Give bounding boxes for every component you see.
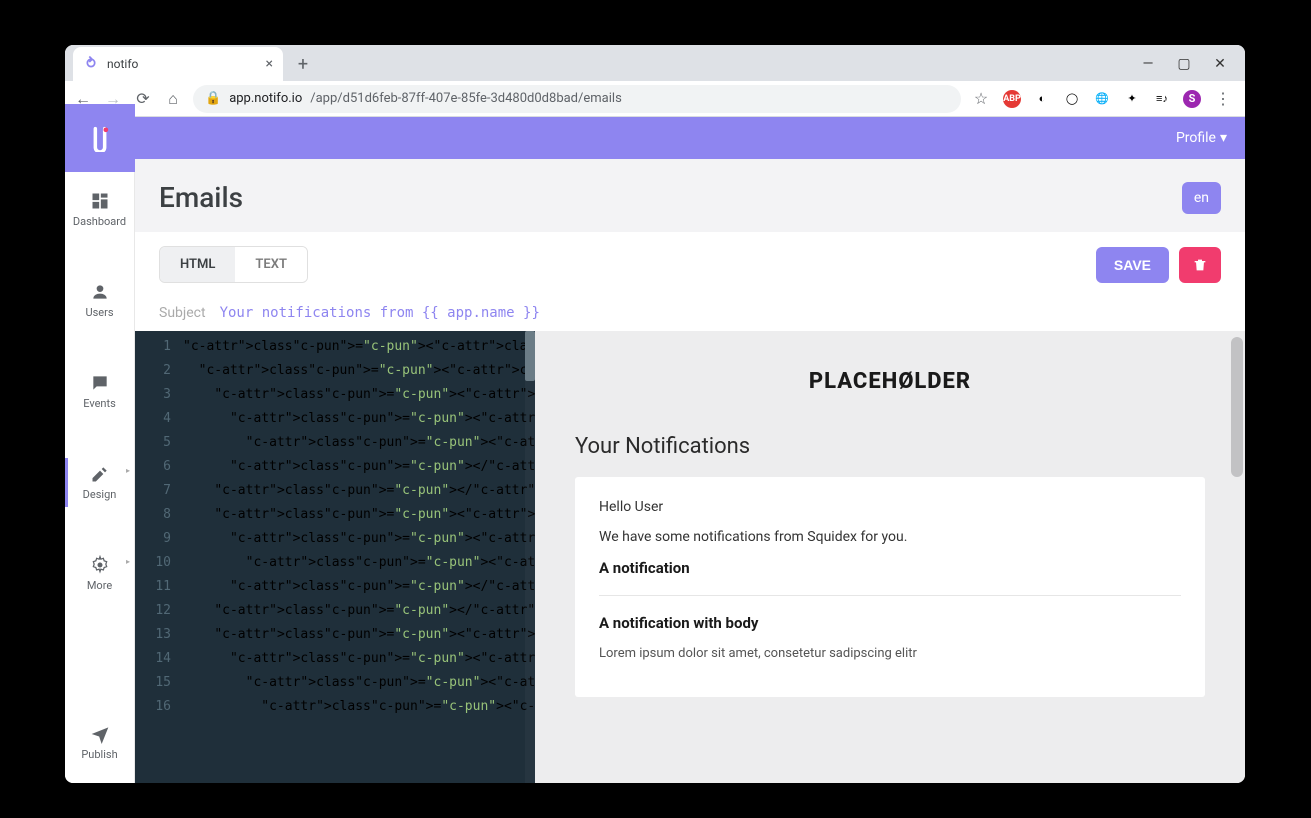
- email-preview: PLACEHØLDER Your Notifications Hello Use…: [535, 331, 1245, 783]
- preview-divider: [599, 595, 1181, 596]
- menu-icon[interactable]: ⋮: [1213, 89, 1233, 109]
- extension-icon-2[interactable]: ◯: [1063, 90, 1081, 108]
- close-window-icon[interactable]: ✕: [1211, 55, 1229, 73]
- code-scrollbar-track[interactable]: [525, 331, 535, 783]
- preview-card: Hello User We have some notifications fr…: [575, 477, 1205, 697]
- sidebar-label: Dashboard: [73, 215, 126, 228]
- subject-row: Subject Your notifications from {{ app.n…: [135, 297, 1245, 331]
- preview-logo-placeholder: PLACEHØLDER: [575, 369, 1205, 394]
- lock-icon: 🔒: [205, 91, 221, 106]
- media-icon[interactable]: ≡♪: [1153, 90, 1171, 108]
- home-icon[interactable]: ⌂: [163, 89, 183, 109]
- subject-input[interactable]: Your notifications from {{ app.name }}: [220, 305, 540, 321]
- sidebar-label: Events: [83, 397, 116, 410]
- code-editor[interactable]: 12345678910111213141516 "c-attr">class"c…: [135, 331, 535, 783]
- page-title: Emails: [159, 181, 243, 214]
- app-logo[interactable]: [65, 104, 135, 172]
- tab-html[interactable]: HTML: [160, 247, 235, 282]
- minimize-icon[interactable]: —: [1139, 55, 1157, 73]
- reload-icon[interactable]: ⟳: [133, 89, 153, 109]
- trash-icon: [1192, 257, 1208, 273]
- send-icon: [90, 724, 110, 744]
- address-bar-row: ← → ⟳ ⌂ 🔒 app.notifo.io/app/d51d6feb-87f…: [65, 81, 1245, 117]
- sidebar-item-publish[interactable]: Publish: [65, 712, 134, 773]
- save-button[interactable]: SAVE: [1096, 247, 1169, 283]
- preview-intro: We have some notifications from Squidex …: [599, 529, 1181, 545]
- chevron-down-icon: ▾: [1220, 130, 1227, 146]
- language-selector[interactable]: en: [1182, 182, 1221, 214]
- code-scrollbar-thumb[interactable]: [525, 331, 535, 381]
- preview-notif2-title: A notification with body: [599, 614, 1181, 632]
- adblock-icon[interactable]: ABP: [1003, 90, 1021, 108]
- profile-avatar[interactable]: S: [1183, 90, 1201, 108]
- tab-text[interactable]: TEXT: [235, 247, 307, 282]
- browser-window: ⥁ notifo × + — ▢ ✕ ← → ⟳ ⌂ 🔒 app.notifo.…: [65, 45, 1245, 783]
- address-bar[interactable]: 🔒 app.notifo.io/app/d51d6feb-87ff-407e-8…: [193, 85, 961, 113]
- app-body: Dashboard Users Events Design ▸ Mo: [65, 159, 1245, 783]
- chevron-right-icon: ▸: [126, 466, 130, 475]
- delete-button[interactable]: [1179, 247, 1221, 283]
- sidebar-item-design[interactable]: Design ▸: [65, 452, 134, 513]
- extension-icon[interactable]: ◐: [1033, 90, 1051, 108]
- preview-heading: Your Notifications: [575, 434, 1205, 459]
- preview-scrollbar-thumb[interactable]: [1231, 337, 1243, 477]
- design-icon: [90, 464, 110, 484]
- events-icon: [90, 373, 110, 393]
- sidebar-item-dashboard[interactable]: Dashboard: [65, 179, 134, 240]
- maximize-icon[interactable]: ▢: [1175, 55, 1193, 73]
- url-path: /app/d51d6feb-87ff-407e-85fe-3d480d0d8ba…: [310, 91, 622, 106]
- profile-menu[interactable]: Profile ▾: [1176, 130, 1227, 146]
- sidebar-label: Publish: [81, 748, 117, 761]
- sidebar-label: Design: [83, 488, 117, 501]
- browser-titlebar: ⥁ notifo × + — ▢ ✕: [65, 45, 1245, 81]
- main-content: Emails en HTML TEXT SAVE: [135, 159, 1245, 783]
- window-controls: — ▢ ✕: [1123, 45, 1245, 83]
- app-root: Profile ▾ Dashboard Users Events: [65, 117, 1245, 783]
- tab-title: notifo: [107, 57, 266, 71]
- dashboard-icon: [90, 191, 110, 211]
- sidebar: Dashboard Users Events Design ▸ Mo: [65, 159, 135, 783]
- sidebar-label: More: [87, 579, 112, 592]
- page-header: Emails en: [135, 159, 1245, 232]
- line-gutter: 12345678910111213141516: [135, 331, 179, 723]
- app-topbar: Profile ▾: [65, 117, 1245, 159]
- preview-notif2-body: Lorem ipsum dolor sit amet, consetetur s…: [599, 646, 1181, 661]
- translate-icon[interactable]: 🌐: [1093, 90, 1111, 108]
- extensions-puzzle-icon[interactable]: ✦: [1123, 90, 1141, 108]
- sidebar-item-users[interactable]: Users: [65, 270, 134, 331]
- toolbar-extensions: ☆ ABP ◐ ◯ 🌐 ✦ ≡♪ S ⋮: [971, 89, 1237, 109]
- url-host: app.notifo.io: [229, 91, 302, 106]
- favicon: ⥁: [83, 56, 99, 72]
- sidebar-item-events[interactable]: Events: [65, 361, 134, 422]
- editor-toolbar: HTML TEXT SAVE: [135, 232, 1245, 297]
- code-content[interactable]: "c-attr">class"c-pun">="c-pun"><"c-attr"…: [135, 331, 535, 723]
- sidebar-item-more[interactable]: More ▸: [65, 543, 134, 604]
- browser-tab[interactable]: ⥁ notifo ×: [73, 47, 283, 81]
- preview-notif1-title: A notification: [599, 559, 1181, 577]
- format-tabs: HTML TEXT: [159, 246, 308, 283]
- new-tab-button[interactable]: +: [289, 50, 317, 78]
- tab-close-icon[interactable]: ×: [266, 56, 273, 72]
- chevron-right-icon: ▸: [126, 557, 130, 566]
- user-icon: [90, 282, 110, 302]
- preview-scrollbar-track[interactable]: [1231, 331, 1243, 783]
- preview-greeting: Hello User: [599, 499, 1181, 515]
- star-icon[interactable]: ☆: [971, 89, 991, 109]
- profile-label: Profile: [1176, 130, 1216, 146]
- gear-icon: [90, 555, 110, 575]
- sidebar-label: Users: [85, 306, 113, 319]
- subject-label: Subject: [159, 305, 206, 321]
- editor-split: 12345678910111213141516 "c-attr">class"c…: [135, 331, 1245, 783]
